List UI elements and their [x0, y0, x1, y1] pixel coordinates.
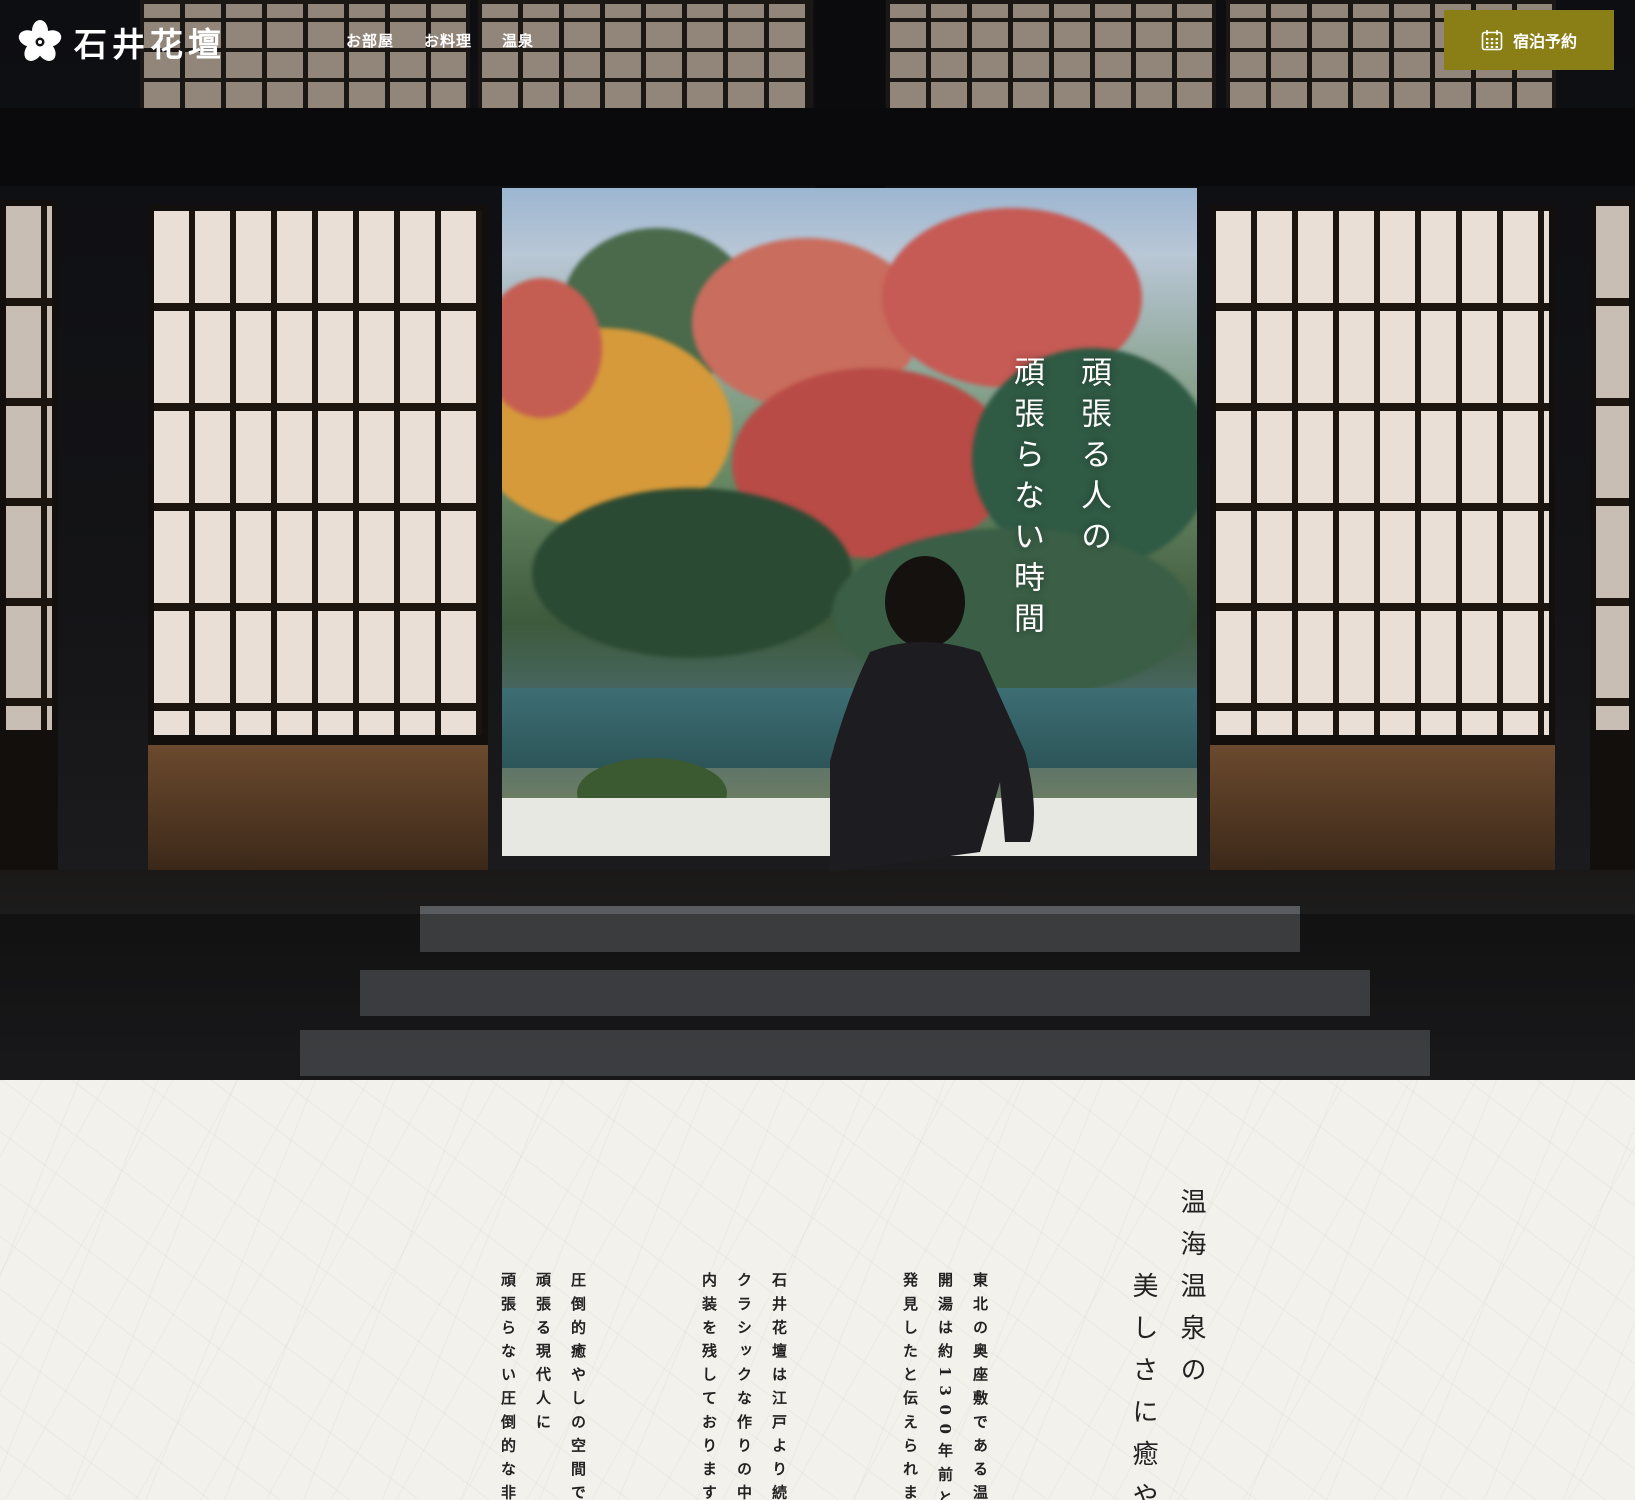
intro-text-line: 内装を残しております	[700, 1272, 718, 1500]
intro-text-line: 東北の奥座敷である温海	[971, 1272, 989, 1500]
ceiling-beam	[0, 108, 1635, 186]
nav-item-rooms[interactable]: お部屋	[346, 30, 394, 51]
shoji-screen-right	[1210, 205, 1555, 875]
intro-text-line: 開湯は約1300年前と	[936, 1272, 954, 1500]
intro-section: 温海温泉の 美しさに癒や 東北の奥座敷である温海 開湯は約1300年前と 発見し…	[0, 1080, 1635, 1500]
hero-shadow-overlay	[0, 914, 1635, 1080]
reserve-button[interactable]: 宿泊予約	[1444, 10, 1614, 70]
hero-section: 頑張る人の 頑張らない時間 石井花壇 お部屋 お料理 温泉 宿泊予約	[0, 0, 1635, 1080]
intro-text-line: 圧倒的癒やしの空間で	[569, 1272, 587, 1500]
intro-text-line: 発見したと伝えられます	[901, 1272, 919, 1500]
intro-text-line: 頑張らない圧倒的な非日	[499, 1272, 517, 1500]
intro-text-line: クラシックな作りの中に	[735, 1272, 753, 1500]
nav-item-cuisine[interactable]: お料理	[424, 30, 472, 51]
shoji-screen-far-right	[1590, 200, 1635, 870]
intro-text-line: 石井花壇は江戸より続く	[770, 1272, 788, 1500]
tagline-line-1: 頑張る人の	[1075, 356, 1111, 561]
calendar-icon	[1481, 30, 1503, 51]
intro-title-line-1: 温海温泉の	[1176, 1188, 1206, 1398]
shoji-screen-far-left	[0, 200, 58, 870]
shoji-screen-left	[148, 205, 488, 875]
nav-item-onsen[interactable]: 温泉	[502, 30, 534, 51]
hero-tagline: 頑張る人の 頑張らない時間	[1008, 356, 1111, 643]
brand-name: 石井花壇	[74, 25, 226, 64]
sakura-flower-icon	[18, 20, 62, 61]
logo-link[interactable]: 石井花壇	[18, 18, 226, 66]
site-header: 石井花壇 お部屋 お料理 温泉 宿泊予約	[0, 0, 1635, 80]
intro-body: 東北の奥座敷である温海 開湯は約1300年前と 発見したと伝えられます 石井花壇…	[499, 1272, 989, 1500]
intro-title-line-2: 美しさに癒や	[1128, 1272, 1158, 1500]
reserve-button-label: 宿泊予約	[1512, 32, 1577, 51]
intro-title: 温海温泉の 美しさに癒や	[1128, 1188, 1206, 1500]
main-nav: お部屋 お料理 温泉	[346, 30, 534, 51]
intro-text-line: 頑張る現代人に	[534, 1272, 552, 1438]
tagline-line-2: 頑張らない時間	[1008, 356, 1044, 643]
